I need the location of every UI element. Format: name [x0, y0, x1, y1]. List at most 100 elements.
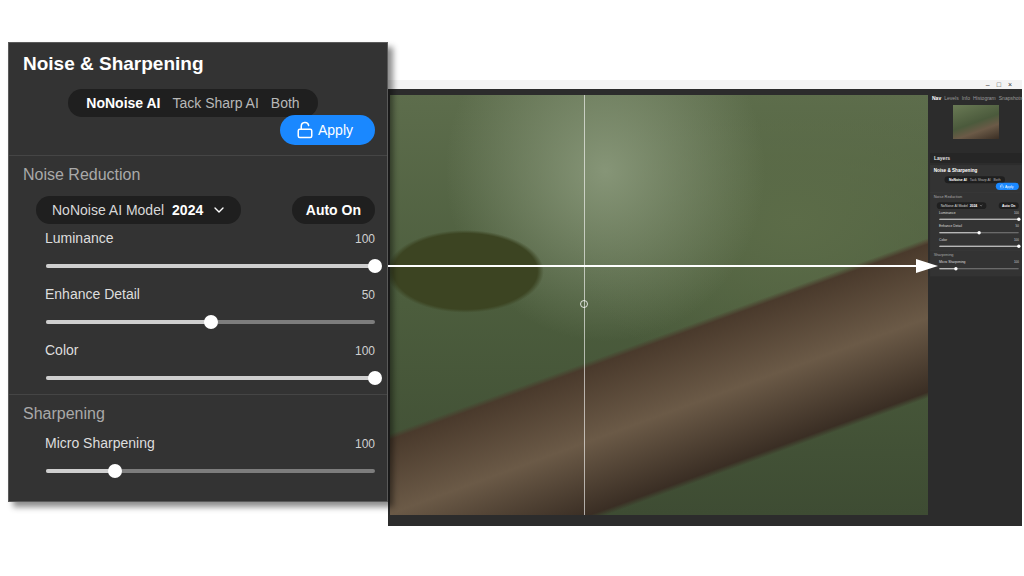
noise-sharpening-panel: Noise & SharpeningNoNoise AITack Sharp A… [930, 165, 1022, 276]
auto-button[interactable]: Auto On [999, 202, 1019, 209]
model-row: NoNoise AI Model 2024 Auto On [9, 192, 387, 226]
slider-knob[interactable] [1017, 218, 1020, 221]
slider-knob[interactable] [954, 267, 957, 270]
slider-row: Enhance Detail 50 [930, 223, 1021, 233]
apply-button[interactable]: Apply [280, 115, 375, 145]
sidebar-tab[interactable]: Nav [932, 95, 941, 101]
sidebar-tabs: NavLevels InfoHistogramSnapshots [930, 95, 1022, 101]
slider-track[interactable] [46, 264, 375, 268]
mode-tab[interactable]: Tack Sharp AI [969, 177, 992, 182]
slider-fill [46, 376, 375, 380]
app-body: NavLevels InfoHistogramSnapshots Layers Noi… [388, 89, 1022, 526]
page: Noise & SharpeningNoNoise AITack Sharp A… [0, 0, 1024, 576]
slider-track[interactable] [939, 246, 1019, 247]
slider-label: Color [45, 342, 78, 358]
mini-panel: Noise & SharpeningNoNoise AITack Sharp A… [930, 165, 1022, 285]
slider-head: Color 100 [45, 342, 375, 358]
slider-row: Micro Sharpening100 [930, 259, 1021, 269]
slider-head: Luminance100 [939, 210, 1019, 214]
mode-tab[interactable]: NoNoise AI [82, 93, 164, 113]
window-control[interactable]: × [1008, 81, 1012, 89]
apply-row: Apply [930, 183, 1021, 190]
slider-track[interactable] [46, 376, 375, 380]
slider-label: Enhance Detail [45, 286, 140, 302]
slider-head: Enhance Detail50 [45, 286, 375, 302]
mode-tab[interactable]: NoNoise AI [948, 177, 968, 182]
chevron-down-icon [979, 204, 983, 208]
compare-handle[interactable] [580, 300, 588, 308]
slider-knob[interactable] [368, 259, 382, 273]
slider-value: 50 [1016, 225, 1019, 228]
auto-button[interactable]: Auto On [292, 196, 375, 224]
sidebar-tab[interactable]: Snapshots [999, 95, 1023, 101]
slider-head: Micro Sharpening100 [45, 435, 375, 451]
slider-row: Enhance Detail50 [9, 282, 387, 324]
slider-fill [46, 469, 115, 473]
model-row: NoNoise AI Model2024 Auto On [930, 201, 1021, 209]
navigator-thumbnail [953, 105, 999, 139]
model-dropdown[interactable]: NoNoise AI Model2024 [937, 202, 987, 209]
mode-tab[interactable]: Tack Sharp AI [168, 93, 262, 113]
slider-label: Enhance Detail [939, 224, 962, 228]
sidebar-tab[interactable]: Levels [944, 95, 958, 101]
panel-title: Noise & Sharpening [930, 165, 1021, 176]
section-heading: Sharpening [930, 250, 1021, 259]
slider-head: Enhance Detail 50 [939, 224, 1019, 228]
section-heading: Noise Reduction [9, 156, 387, 192]
slider-track[interactable] [46, 320, 375, 324]
window-control[interactable]: □ [997, 81, 1001, 89]
slider-knob[interactable] [368, 371, 382, 385]
slider-track[interactable] [46, 469, 375, 473]
model-label: NoNoise AI Model [52, 202, 164, 218]
slider-value: 100 [355, 344, 375, 358]
divider [930, 250, 1021, 251]
slider-fill [939, 232, 979, 233]
slider-value: 100 [1014, 238, 1019, 241]
slider-label: Color [939, 238, 947, 242]
model-dropdown[interactable]: NoNoise AI Model 2024 [36, 196, 241, 224]
slider-value: 100 [355, 232, 375, 246]
slider-label: Luminance [939, 210, 956, 214]
mode-tabs: NoNoise AITack Sharp AIBoth [945, 176, 1005, 183]
window-control[interactable]: – [986, 81, 990, 89]
mode-tabs: NoNoise AITack Sharp AIBoth [68, 89, 317, 117]
slider-knob[interactable] [1017, 245, 1020, 248]
slider-fill [939, 219, 1019, 220]
mode-tab[interactable]: Both [993, 177, 1002, 182]
slider-row: Luminance 100 [9, 226, 387, 268]
slider-label: Luminance [45, 230, 114, 246]
panel-title: Noise & Sharpening [9, 43, 387, 89]
callout-arrow-icon [388, 257, 940, 275]
sidebar: NavLevels InfoHistogramSnapshots Layers Noi… [928, 89, 1022, 526]
slider-head: Luminance 100 [45, 230, 375, 246]
slider-track[interactable] [939, 268, 1019, 269]
slider-head: Micro Sharpening100 [939, 260, 1019, 264]
sidebar-tab[interactable]: Info [962, 95, 970, 101]
apply-button[interactable]: Apply [996, 183, 1019, 190]
model-value: 2024 [970, 204, 978, 208]
model-value: 2024 [172, 202, 203, 218]
photo-column [388, 89, 928, 526]
slider-row: Micro Sharpening100 [9, 431, 387, 473]
callout: Noise & SharpeningNoNoise AITack Sharp A… [8, 42, 388, 502]
mini-panel-scale: Noise & SharpeningNoNoise AITack Sharp A… [930, 165, 1022, 276]
unlock-icon [1000, 184, 1004, 188]
slider-head: Color 100 [939, 238, 1019, 242]
slider-track[interactable] [939, 232, 1019, 233]
slider-value: 100 [355, 437, 375, 451]
slider-track[interactable] [939, 219, 1019, 220]
mode-tab[interactable]: Both [267, 93, 304, 113]
divider [930, 192, 1021, 193]
section-heading: Noise Reduction [930, 193, 1021, 202]
layers-label: Layers [930, 153, 1022, 163]
sidebar-tab[interactable]: Histogram [973, 95, 996, 101]
divider [9, 394, 387, 395]
unlock-icon [296, 121, 314, 139]
slider-fill [939, 246, 1019, 247]
slider-knob[interactable] [108, 464, 122, 478]
slider-knob[interactable] [204, 315, 218, 329]
compare-split-line[interactable] [584, 95, 585, 515]
mode-row: NoNoise AITack Sharp AIBoth [9, 89, 387, 117]
title-bar: –□ × [388, 80, 1022, 89]
slider-knob[interactable] [977, 231, 980, 234]
